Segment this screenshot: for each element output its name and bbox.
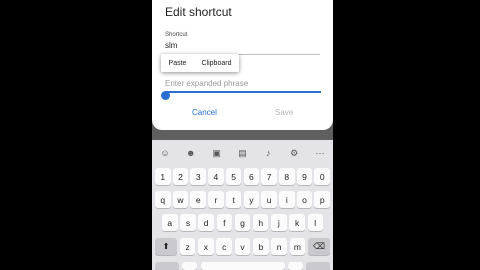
key-2[interactable]: 2: [172, 168, 189, 185]
key-z[interactable]: z: [179, 238, 196, 255]
clipboard-menu-item[interactable]: Clipboard: [202, 60, 232, 67]
symbols-key[interactable]: [155, 262, 179, 270]
key-5[interactable]: 5: [225, 168, 242, 185]
period-key[interactable]: [287, 262, 303, 270]
key-x[interactable]: x: [198, 238, 214, 255]
more-icon[interactable]: ⋯: [312, 148, 328, 159]
save-button[interactable]: Save: [275, 108, 293, 117]
key-e[interactable]: e: [190, 191, 206, 208]
key-d[interactable]: d: [198, 214, 214, 231]
key-w[interactable]: w: [172, 191, 189, 208]
letter-row-3: ⬆ z x c v b n m ⌫: [155, 238, 330, 255]
shortcut-label: Shortcut: [165, 32, 188, 38]
key-4[interactable]: 4: [208, 168, 224, 185]
space-key[interactable]: [200, 262, 285, 270]
key-q[interactable]: q: [155, 191, 171, 208]
sticker-icon[interactable]: ▣: [209, 148, 225, 159]
key-m[interactable]: m: [289, 238, 306, 255]
gear-icon[interactable]: ⚙: [286, 148, 302, 159]
key-o[interactable]: o: [296, 191, 313, 208]
backspace-key[interactable]: ⌫: [308, 238, 330, 255]
comma-key[interactable]: [182, 262, 198, 270]
shift-key[interactable]: ⬆: [155, 238, 177, 255]
key-r[interactable]: r: [208, 191, 224, 208]
keyboard-toolbar: ☺ ☻ ▣ ▤ ♪ ⚙ ⋯: [152, 140, 333, 166]
dialog-title: Edit shortcut: [165, 5, 232, 19]
key-0[interactable]: 0: [314, 168, 330, 185]
key-c[interactable]: c: [216, 238, 232, 255]
letter-row-1: qwertyuiop: [155, 191, 330, 208]
key-j[interactable]: j: [271, 214, 287, 231]
key-y[interactable]: y: [243, 191, 260, 208]
key-s[interactable]: s: [180, 214, 196, 231]
key-7[interactable]: 7: [261, 168, 277, 185]
shortcut-field[interactable]: slm: [165, 41, 177, 50]
letter-row-2: asdfghjkl: [162, 214, 323, 231]
key-a[interactable]: a: [162, 214, 178, 231]
keyboard: ☺ ☻ ▣ ▤ ♪ ⚙ ⋯ 1234567890 qwertyuiop asdfghjkl …: [152, 140, 333, 270]
key-t[interactable]: t: [225, 191, 242, 208]
text-cursor-handle[interactable]: [161, 91, 170, 100]
key-3[interactable]: 3: [190, 168, 206, 185]
expression-icon[interactable]: ☺: [157, 148, 173, 158]
enter-key[interactable]: [306, 262, 330, 270]
emoji-icon[interactable]: ☻: [183, 148, 199, 158]
key-n[interactable]: n: [271, 238, 287, 255]
bottom-row-partial: [155, 262, 330, 270]
key-b[interactable]: b: [253, 238, 269, 255]
expanded-phrase-underline: [165, 91, 321, 93]
clipboard-icon[interactable]: ▤: [234, 148, 250, 159]
key-g[interactable]: g: [234, 214, 251, 231]
key-h[interactable]: h: [252, 214, 269, 231]
key-1[interactable]: 1: [155, 168, 171, 185]
key-i[interactable]: i: [279, 191, 295, 208]
key-f[interactable]: f: [216, 214, 233, 231]
number-row: 1234567890: [155, 168, 330, 185]
key-9[interactable]: 9: [296, 168, 313, 185]
cancel-button[interactable]: Cancel: [192, 108, 217, 117]
key-6[interactable]: 6: [243, 168, 260, 185]
key-u[interactable]: u: [261, 191, 277, 208]
key-8[interactable]: 8: [279, 168, 295, 185]
expanded-phrase-field[interactable]: Enter expanded phrase: [165, 79, 248, 88]
key-p[interactable]: p: [314, 191, 330, 208]
paste-menu-item[interactable]: Paste: [169, 60, 187, 67]
mic-icon[interactable]: ♪: [260, 148, 276, 158]
phone-screen: Edit shortcut Shortcut slm Enter expande…: [152, 0, 333, 270]
key-l[interactable]: l: [307, 214, 323, 231]
text-context-menu: Paste Clipboard: [161, 54, 239, 72]
edit-shortcut-dialog: Edit shortcut Shortcut slm Enter expande…: [152, 0, 333, 130]
key-k[interactable]: k: [289, 214, 305, 231]
key-v[interactable]: v: [234, 238, 251, 255]
